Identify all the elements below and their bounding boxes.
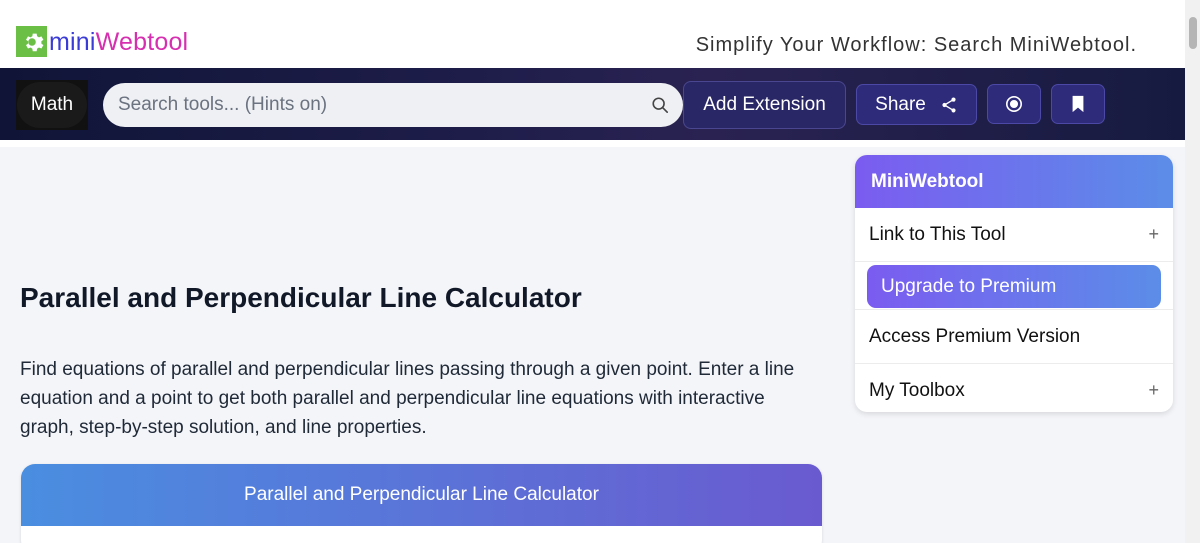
sidebar-panel: MiniWebtool Link to This Tool + Upgrade …	[855, 155, 1173, 412]
share-icon	[942, 97, 956, 112]
page-description: Find equations of parallel and perpendic…	[20, 359, 795, 438]
search-input[interactable]	[118, 94, 638, 116]
page-title: Parallel and Perpendicular Line Calculat…	[20, 282, 582, 313]
sidebar-item-label: Link to This Tool	[869, 223, 1006, 245]
brand-part-mini: mini	[49, 28, 96, 56]
share-button[interactable]: Share	[856, 84, 977, 125]
expand-icon[interactable]: +	[1148, 224, 1159, 245]
search-icon[interactable]	[651, 96, 669, 114]
record-icon	[1005, 95, 1023, 113]
tagline: Simplify Your Workflow: Search MiniWebto…	[695, 34, 1137, 56]
add-extension-button[interactable]: Add Extension	[683, 81, 846, 129]
premium-wrapper: Upgrade to Premium	[855, 262, 1173, 310]
calculator-card: Parallel and Perpendicular Line Calculat…	[21, 464, 822, 543]
sidebar-item-label: Access Premium Version	[869, 325, 1081, 347]
math-category-button[interactable]: Math	[16, 80, 88, 130]
sidebar-item-link-to-tool[interactable]: Link to This Tool +	[855, 208, 1173, 262]
share-label: Share	[875, 93, 926, 115]
page-scrollbar[interactable]	[1185, 0, 1200, 543]
gear-icon[interactable]	[16, 26, 47, 57]
nav-divider	[0, 140, 1185, 147]
brand-part-webtool: Webtool	[95, 28, 189, 56]
brand-logo-text[interactable]: miniWebtool	[49, 27, 188, 57]
math-label: Math	[16, 82, 88, 128]
record-button[interactable]	[987, 84, 1041, 124]
search-box[interactable]	[103, 83, 683, 127]
sidebar-item-my-toolbox[interactable]: My Toolbox +	[855, 364, 1173, 412]
sidebar-item-label: My Toolbox	[869, 380, 965, 401]
bookmark-button[interactable]	[1051, 84, 1105, 124]
nav-bar: Math Add Extension Share	[0, 68, 1185, 140]
calculator-header: Parallel and Perpendicular Line Calculat…	[21, 464, 822, 526]
upgrade-premium-button[interactable]: Upgrade to Premium	[867, 265, 1161, 308]
bookmark-icon	[1072, 95, 1084, 113]
expand-icon[interactable]: +	[1148, 380, 1159, 401]
scrollbar-thumb[interactable]	[1189, 17, 1197, 49]
sidebar-title: MiniWebtool	[855, 155, 1173, 208]
brand-bar: miniWebtool Simplify Your Workflow: Sear…	[0, 0, 1185, 68]
sidebar-item-access-premium[interactable]: Access Premium Version	[855, 310, 1173, 364]
